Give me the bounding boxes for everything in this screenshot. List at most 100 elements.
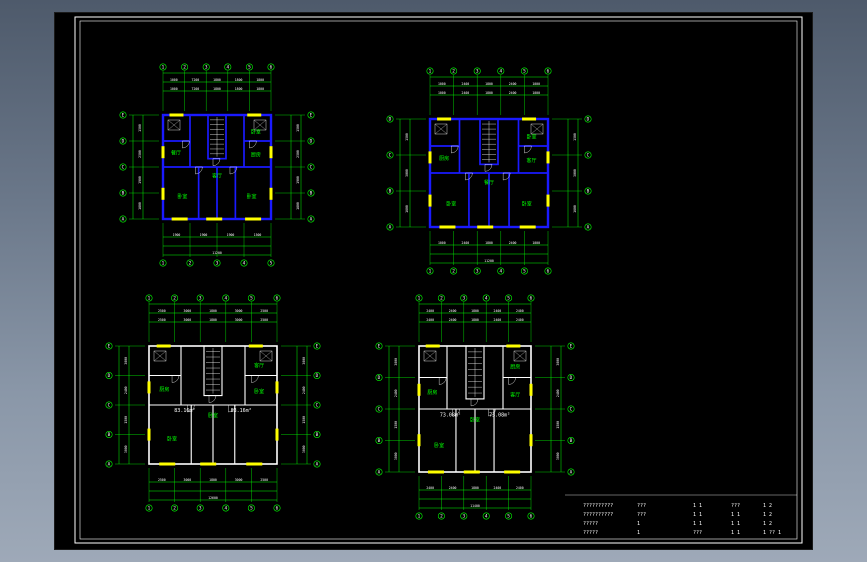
axis-number: 1 (162, 64, 165, 70)
window (506, 344, 521, 348)
axis-number: 5 (250, 295, 253, 301)
room-labels: 厨房客厅卧室卧室卧室83.16m² 83.16m² (159, 362, 264, 442)
window (463, 470, 480, 474)
axis-number: 4 (485, 513, 488, 519)
room-labels: 厨房厨房客厅卧室卧室73.08m² 73.08m² (427, 364, 520, 449)
axis-letter: E (108, 344, 111, 350)
dimension-text: 2400 (462, 82, 470, 86)
floor-plan-1: 1 2 3 4 5 6 1000 1000 7200 7200 1800 1800 1800 1800 18… (119, 63, 315, 267)
window (269, 187, 273, 200)
axis-number: 4 (499, 268, 502, 274)
dimension-text: 2500 (296, 150, 300, 158)
dimension-text: 3000 (302, 445, 306, 453)
axis-number: 5 (270, 260, 273, 266)
axis-letter: A (310, 217, 313, 223)
dimension-text: 1000 (438, 82, 446, 86)
window (275, 428, 279, 441)
axis-letter: C (122, 165, 125, 171)
title-block-cell: 1 1 (731, 512, 740, 518)
window (147, 381, 151, 394)
overall-dimension-text: 12600 (208, 496, 218, 500)
dimension-text: 2400 (494, 318, 502, 322)
dimension-text: 7200 (192, 78, 200, 82)
dimension-text: 1000 (170, 87, 178, 91)
axis-letter: D (108, 373, 111, 379)
axis-number: 3 (199, 505, 202, 511)
dimension-text: 3000 (184, 318, 192, 322)
axis-number: 6 (547, 68, 550, 74)
axis-number: 6 (547, 268, 550, 274)
axis-letter: A (587, 225, 590, 231)
window (245, 217, 262, 221)
dimension-text: 2400 (494, 486, 502, 490)
axis-number: 2 (440, 295, 443, 301)
room-label: 客厅 (212, 172, 222, 179)
room-label: 卧室 (247, 193, 257, 200)
room-label: 厨房 (427, 389, 437, 396)
dimension-text: 1000 (532, 91, 540, 95)
dimension-text: 1000 (438, 241, 446, 245)
door-swing (171, 375, 180, 383)
dimension-text: 1800 (471, 486, 479, 490)
door-swing (470, 398, 479, 407)
window (169, 113, 184, 117)
title-block-cell: ??? (693, 530, 702, 536)
axis-number: 6 (530, 513, 533, 519)
dimension-text: 1500 (394, 421, 398, 429)
door-swing (524, 145, 532, 154)
door-swing (438, 377, 447, 385)
window (417, 434, 421, 447)
dimension-text: 2400 (426, 318, 434, 322)
title-block-cell: 1 (637, 530, 640, 536)
window (519, 225, 536, 229)
axis-letter: E (378, 344, 381, 350)
dimension-text: 7200 (192, 87, 200, 91)
dimension-text: 2500 (138, 150, 142, 158)
overall-dimension-text: 11400 (470, 504, 480, 508)
axis-number: 2 (173, 505, 176, 511)
axis-letter: C (570, 407, 573, 413)
axis-letter: B (108, 432, 111, 438)
dimension-text: 3000 (405, 169, 409, 177)
axis-number: 5 (250, 505, 253, 511)
window (156, 344, 171, 348)
axis-number: 3 (205, 64, 208, 70)
dimension-text: 3000 (556, 452, 560, 460)
window (206, 217, 223, 221)
title-block: ????????????? 1 1??? 1 2????????????? 1 1 1 … (565, 494, 797, 536)
dimension-text: 1500 (296, 124, 300, 132)
dimension-text: 3000 (573, 169, 577, 177)
doors (182, 140, 257, 175)
dimension-text: 1500 (124, 416, 128, 424)
dimension-text: 3000 (302, 357, 306, 365)
top-dimension-chain: 1 2 3 4 5 6 2500 2500 3000 3000 1800 1800 3000 3000 25… (145, 294, 281, 342)
axis-letter: A (316, 462, 319, 468)
dimension-text: 2500 (260, 478, 268, 482)
dimension-text: 2500 (158, 318, 166, 322)
title-block-cell: 1 2 (763, 512, 772, 518)
window (529, 383, 533, 396)
window (529, 434, 533, 447)
door-swing (182, 140, 190, 149)
cad-viewport[interactable]: 1 2 3 4 5 6 1000 1000 7200 7200 1800 1800 1800 1800 18… (54, 12, 813, 550)
axis-letter: C (310, 165, 313, 171)
room-label: 卧室 (522, 200, 532, 207)
dimension-text: 1800 (471, 318, 479, 322)
axis-letter: C (587, 153, 590, 159)
window (246, 462, 263, 466)
dimension-text: 1000 (170, 78, 178, 82)
door-swing (249, 140, 257, 149)
dimension-text: 1800 (485, 241, 493, 245)
title-block-cell: 1 2 (763, 503, 772, 509)
axis-number: 6 (270, 64, 273, 70)
axis-number: 6 (276, 505, 279, 511)
title-block-cell: ????? (583, 521, 598, 527)
axis-number: 4 (224, 295, 227, 301)
room-label: 客厅 (254, 362, 264, 369)
axis-number: 5 (507, 295, 510, 301)
window (248, 344, 263, 348)
room-label: 客厅 (526, 157, 536, 164)
title-block-cell: 1 2 (763, 521, 772, 527)
window (159, 462, 176, 466)
dimension-text: 2400 (124, 386, 128, 394)
